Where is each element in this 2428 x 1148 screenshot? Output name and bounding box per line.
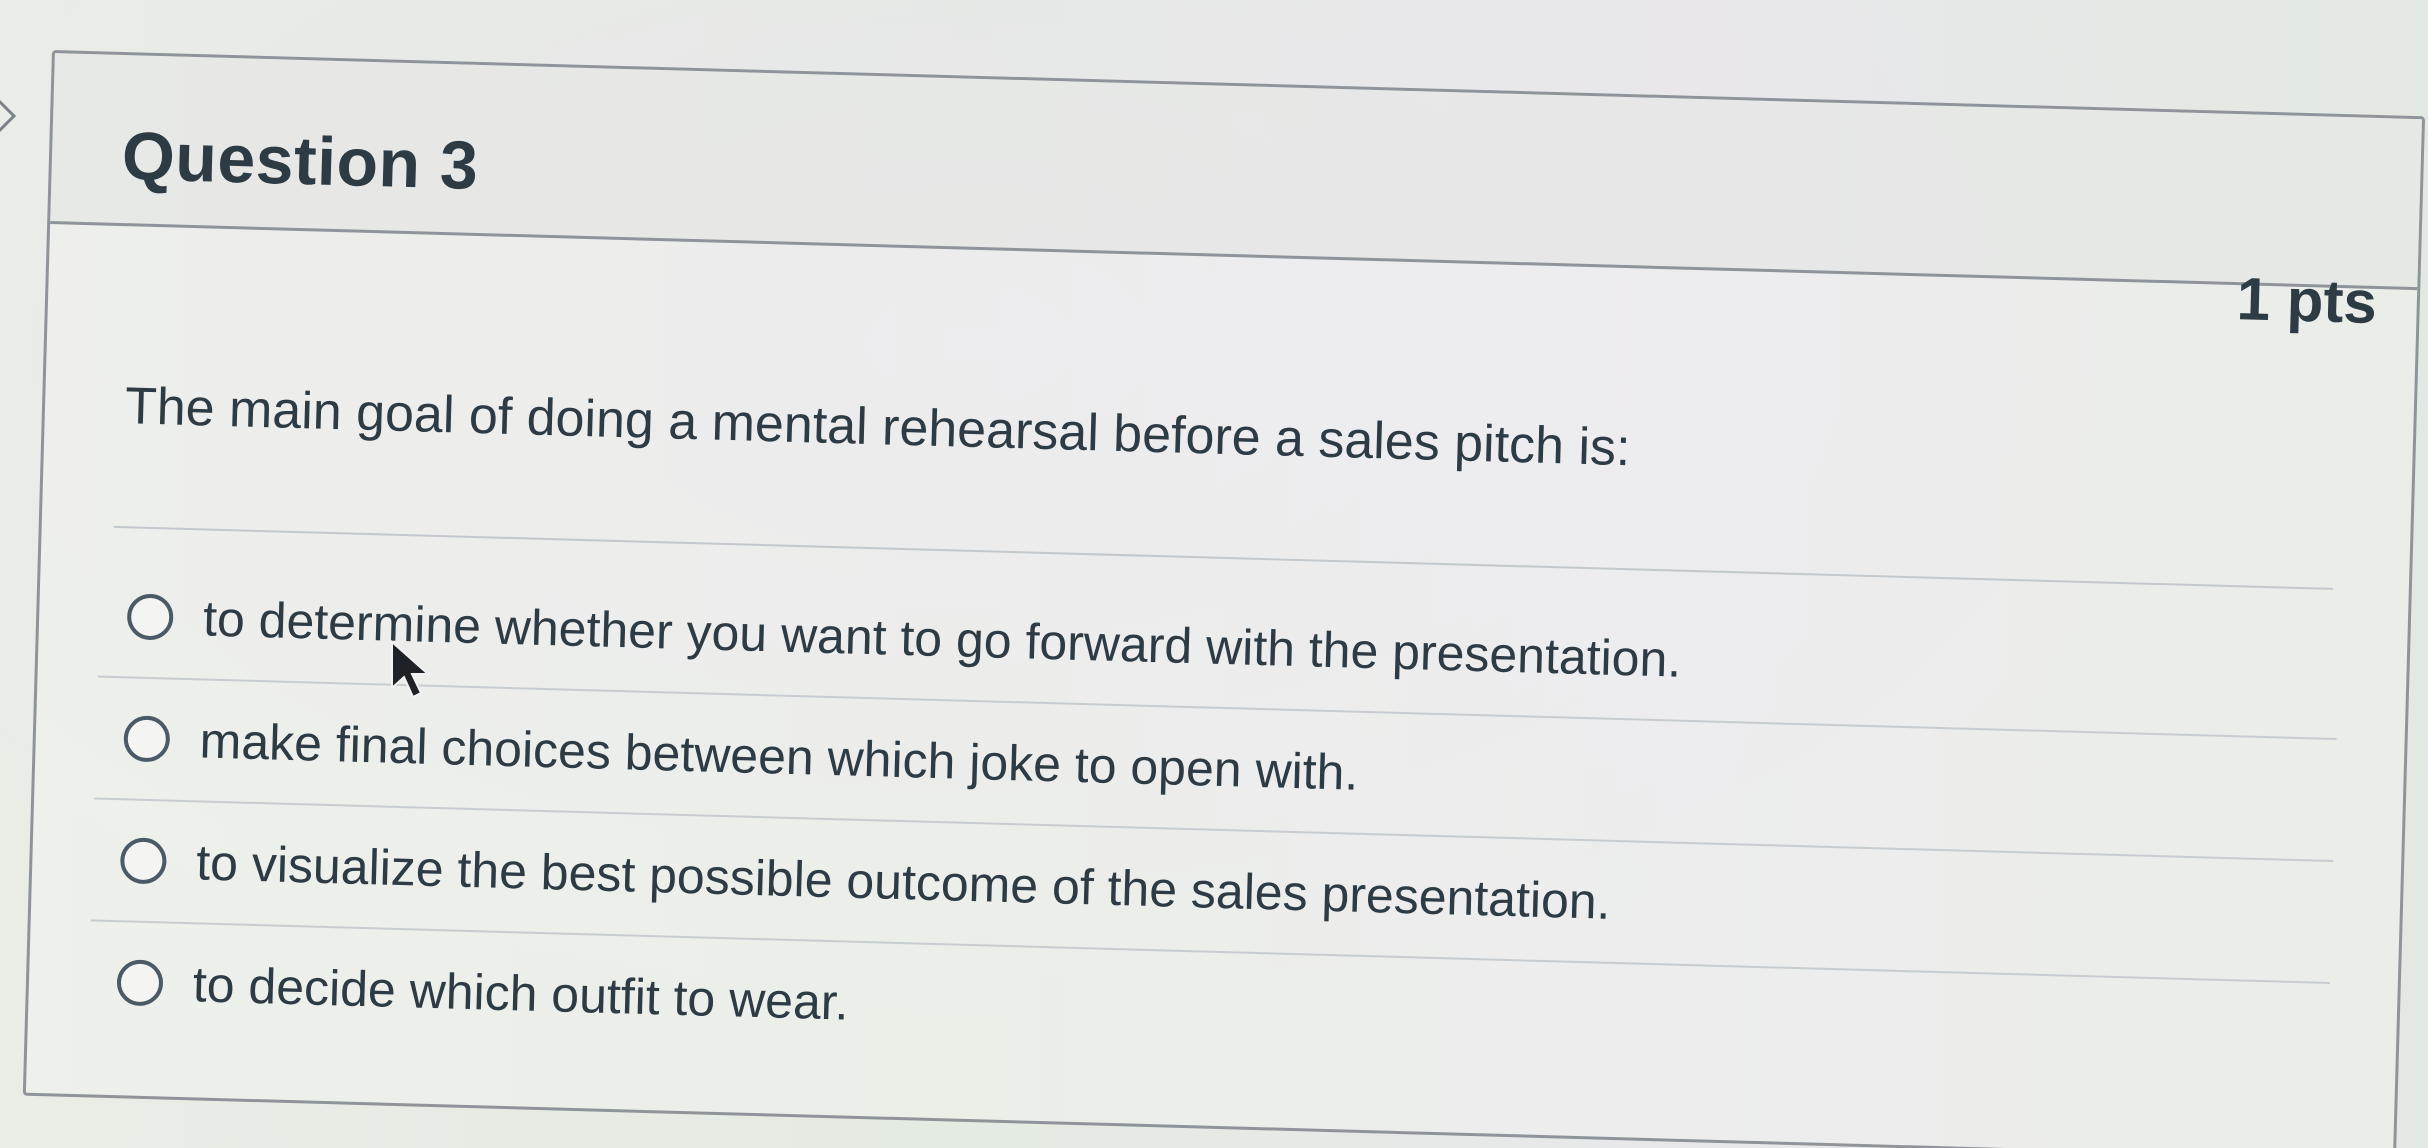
question-card: Question 3 1 pts The main goal of doing … xyxy=(22,50,2426,1148)
radio-button-icon[interactable] xyxy=(126,593,174,641)
answer-list: to determine whether you want to go forw… xyxy=(87,555,2341,1104)
chevron-right-icon[interactable] xyxy=(0,96,20,136)
question-title: Question 3 xyxy=(121,118,480,204)
answer-label: to visualize the best possible outcome o… xyxy=(195,834,1612,930)
answer-label: to decide which outfit to wear. xyxy=(192,956,850,1031)
answer-label: make final choices between which joke to… xyxy=(198,712,1360,801)
question-text: The main goal of doing a mental rehearsa… xyxy=(124,377,1632,478)
question-header: Question 3 1 pts xyxy=(50,53,2422,336)
screen-photo: Question 3 1 pts The main goal of doing … xyxy=(0,0,2428,1148)
radio-button-icon[interactable] xyxy=(123,715,171,763)
radio-button-icon[interactable] xyxy=(116,959,164,1007)
mouse-pointer-icon xyxy=(391,640,431,699)
radio-button-icon[interactable] xyxy=(119,837,168,885)
question-points: 1 pts xyxy=(2235,265,2378,336)
